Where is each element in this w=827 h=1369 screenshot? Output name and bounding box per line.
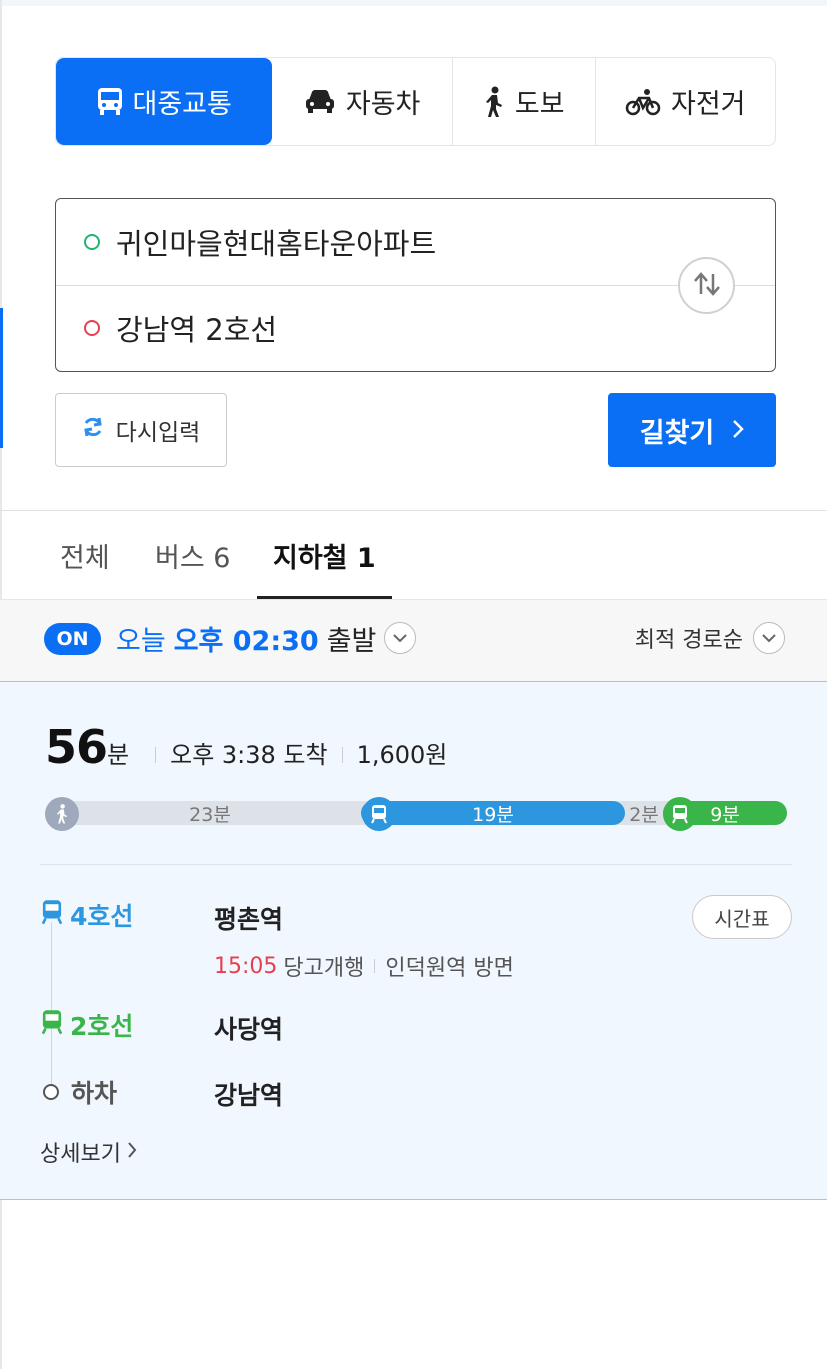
origin-text: 귀인마을현대홈타운아파트 [116, 227, 437, 261]
tab-bus[interactable]: 버스 6 [155, 511, 230, 599]
mode-label: 도보 [514, 89, 565, 120]
transfer-station: 사당역 [214, 1015, 284, 1044]
route-input-box: 귀인마을현대홈타운아파트 강남역 2호선 [55, 198, 776, 372]
arrival-time: 오후 3:38 도착 [170, 741, 328, 769]
card-divider [40, 864, 792, 865]
origin-dot-icon [84, 234, 100, 250]
tab-subway[interactable]: 지하철 1 [273, 511, 376, 599]
left-accent [0, 308, 3, 448]
chevron-right-icon [732, 415, 745, 446]
transfer-segment: 2분 [629, 803, 659, 826]
line-name: 4호선 [70, 902, 134, 931]
alight-station: 강남역 [214, 1081, 284, 1110]
line-name: 2호선 [70, 1012, 134, 1041]
mode-tab-transit[interactable]: 대중교통 [56, 58, 273, 145]
route-summary: 56 분 오후 3:38 도착 1,600원 [45, 720, 447, 780]
mode-tab-car[interactable]: 자동차 [272, 58, 453, 145]
route-timeline: 23분 19분 2분 9분 [45, 797, 787, 831]
train-info: 15:05 당고개행 인덕원역 방면 [214, 950, 514, 982]
result-tabs: 전체 버스 6 지하철 1 [0, 511, 827, 599]
summary-divider [341, 747, 343, 763]
alight-label: 하차 [71, 1079, 118, 1108]
subway-icon [362, 797, 396, 831]
walk-segment: 23분 [189, 803, 231, 826]
day-label: 오늘 [116, 625, 166, 657]
mode-tab-walk[interactable]: 도보 [453, 58, 596, 145]
train-destination: 당고개행 [283, 956, 365, 981]
mode-tab-bicycle[interactable]: 자전거 [596, 58, 776, 145]
train-direction: 인덕원역 방면 [385, 956, 514, 981]
bus-icon [97, 87, 123, 117]
destination-text: 강남역 2호선 [116, 313, 278, 347]
origin-field[interactable]: 귀인마을현대홈타운아파트 [56, 199, 775, 285]
step-line2: 2호선 [40, 1007, 133, 1043]
swap-button[interactable] [678, 257, 735, 314]
mode-label: 자동차 [345, 89, 421, 120]
total-minutes: 56 [45, 720, 108, 774]
chevron-down-icon[interactable] [384, 622, 417, 654]
realtime-on-toggle[interactable]: ON [44, 623, 101, 655]
departure-time: 15:05 [214, 953, 278, 979]
walking-icon [483, 86, 505, 118]
minutes-unit: 분 [107, 741, 130, 769]
search-route-button[interactable]: 길찾기 [608, 393, 776, 467]
chevron-right-icon [127, 1140, 137, 1165]
departure-time-selector[interactable]: 오늘 오후 02:30 출발 [116, 618, 417, 658]
search-label: 길찾기 [639, 417, 715, 449]
line4-segment: 19분 [361, 801, 625, 826]
boarding-station: 평촌역 [214, 905, 284, 934]
sort-selector[interactable]: 최적 경로순 [635, 618, 785, 658]
reset-button[interactable]: 다시입력 [55, 393, 227, 467]
mode-label: 대중교통 [132, 89, 232, 120]
transport-mode-tabs: 대중교통 자동차 도보 자전거 [55, 57, 776, 146]
car-icon [304, 89, 336, 115]
summary-divider [155, 747, 157, 763]
alight-dot-icon [43, 1084, 59, 1100]
subway-icon [663, 797, 697, 831]
info-divider [374, 959, 376, 973]
bicycle-icon [625, 88, 661, 116]
mode-label: 자전거 [670, 89, 746, 120]
route-result-card[interactable]: 56 분 오후 3:38 도착 1,600원 23분 19분 2분 9분 4호선… [0, 681, 827, 1200]
detail-label: 상세보기 [40, 1142, 121, 1167]
detail-link[interactable]: 상세보기 [40, 1136, 137, 1168]
fare: 1,600원 [356, 741, 448, 769]
refresh-icon [82, 416, 104, 444]
time-filter-bar: ON 오늘 오후 02:30 출발 최적 경로순 [0, 599, 827, 681]
walking-icon [45, 797, 79, 831]
depart-label: 출발 [326, 625, 377, 657]
step-alight: 하차 [40, 1074, 117, 1110]
timetable-button[interactable]: 시간표 [692, 895, 792, 939]
swap-arrows-icon [692, 271, 722, 301]
time-value: 오후 02:30 [173, 625, 319, 657]
destination-field[interactable]: 강남역 2호선 [56, 285, 775, 371]
chevron-down-icon [753, 622, 785, 654]
step-line4: 4호선 [40, 897, 133, 933]
subway-icon [40, 899, 64, 931]
subway-icon [40, 1009, 64, 1041]
tab-all[interactable]: 전체 [60, 511, 110, 599]
sort-label: 최적 경로순 [634, 628, 743, 653]
top-strip [0, 0, 827, 6]
destination-dot-icon [84, 320, 100, 336]
reset-label: 다시입력 [115, 420, 201, 446]
